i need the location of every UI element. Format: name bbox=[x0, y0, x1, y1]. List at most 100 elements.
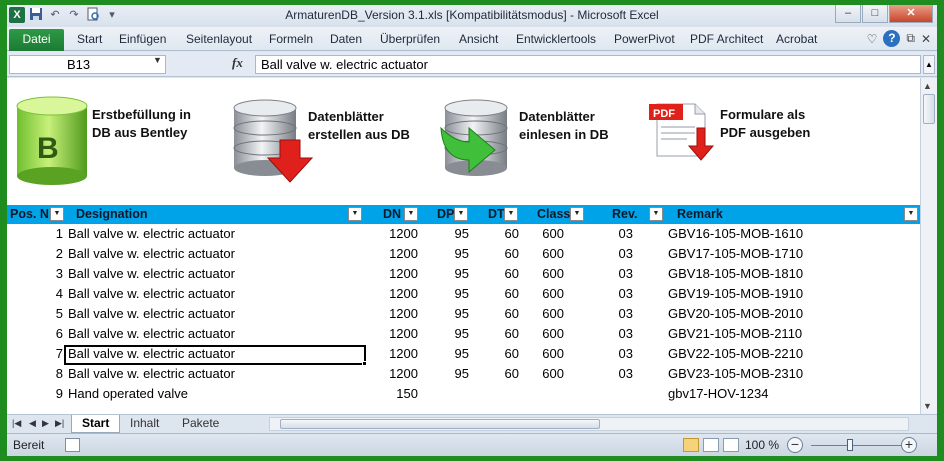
formula-input[interactable]: Ball valve w. electric actuator bbox=[255, 55, 921, 74]
table-row[interactable]: 9 Hand operated valve 150 gbv17-HOV-1234 bbox=[7, 384, 920, 404]
cell-designation: Ball valve w. electric actuator bbox=[68, 286, 235, 301]
close-icon[interactable]: ✕ bbox=[889, 5, 933, 23]
prev-sheet-icon[interactable]: ◀ bbox=[29, 418, 36, 429]
cell-dn: 1200 bbox=[389, 246, 418, 261]
sheet-tab-inhalt[interactable]: Inhalt bbox=[120, 415, 169, 433]
cell-class bbox=[527, 384, 564, 404]
zoom-in-icon[interactable]: + bbox=[901, 437, 917, 453]
table-row[interactable]: 8 Ball valve w. electric actuator 1200 9… bbox=[7, 364, 920, 384]
scroll-up-icon[interactable]: ▲ bbox=[923, 81, 932, 91]
first-sheet-icon[interactable]: |◀ bbox=[12, 418, 21, 429]
formula-bar: B13 ▼ fx Ball valve w. electric actuator… bbox=[7, 52, 937, 77]
action-import-datasheets-button[interactable]: Datenblätter einlesen in DB bbox=[439, 78, 639, 198]
next-sheet-icon[interactable]: ▶ bbox=[42, 418, 49, 429]
sheet-tabs-bar: |◀ ◀ ▶ ▶| Start Inhalt Pakete bbox=[7, 414, 937, 433]
horizontal-scroll-thumb[interactable] bbox=[280, 419, 600, 429]
tab-powerpivot[interactable]: PowerPivot bbox=[614, 32, 675, 46]
tab-data[interactable]: Daten bbox=[330, 32, 362, 46]
cell-dt: 60 bbox=[504, 306, 519, 321]
tab-developer[interactable]: Entwicklertools bbox=[516, 32, 596, 46]
database-import-icon bbox=[440, 99, 508, 176]
tab-pdf-architect[interactable]: PDF Architect bbox=[690, 32, 763, 46]
filter-class-icon[interactable]: ▼ bbox=[570, 207, 584, 221]
svg-text:B: B bbox=[37, 132, 59, 165]
action-create-datasheets-button[interactable]: Datenblätter erstellen aus DB bbox=[232, 78, 432, 198]
cell-rev: 03 bbox=[618, 226, 633, 241]
filter-dn-icon[interactable]: ▼ bbox=[404, 207, 418, 221]
tab-formulas[interactable]: Formeln bbox=[269, 32, 313, 46]
filter-dp-icon[interactable]: ▼ bbox=[454, 207, 468, 221]
table-row[interactable]: 1 Ball valve w. electric actuator 1200 9… bbox=[7, 224, 920, 244]
cell-dt: 60 bbox=[504, 286, 519, 301]
filter-designation-icon[interactable]: ▼ bbox=[348, 207, 362, 221]
minimize-icon[interactable]: – bbox=[835, 5, 861, 23]
macro-record-icon[interactable] bbox=[65, 438, 80, 452]
cell-pos: 4 bbox=[55, 286, 63, 301]
cell-rev: 03 bbox=[618, 326, 633, 341]
cell-dt: 60 bbox=[504, 266, 519, 281]
zoom-slider-thumb[interactable] bbox=[847, 439, 853, 451]
cell-class: 600 bbox=[542, 286, 564, 301]
cell-pos: 5 bbox=[55, 306, 63, 321]
table-row[interactable]: 3 Ball valve w. electric actuator 1200 9… bbox=[7, 264, 920, 284]
cell-dp: 95 bbox=[454, 366, 469, 381]
close-workbook-icon[interactable]: ✕ bbox=[921, 32, 931, 46]
vertical-scrollbar[interactable]: ▲ ▼ bbox=[920, 78, 937, 414]
zoom-level[interactable]: 100 % bbox=[745, 438, 779, 452]
cell-dn: 1200 bbox=[389, 306, 418, 321]
action-export-pdf-button[interactable]: PDF Formulare als PDF ausgeben bbox=[647, 78, 847, 198]
expand-formula-bar-icon[interactable]: ▲ bbox=[923, 55, 935, 74]
last-sheet-icon[interactable]: ▶| bbox=[55, 418, 64, 429]
action-export-pdf-label-1: Formulare als bbox=[720, 107, 806, 122]
header-pos: Pos. N bbox=[10, 207, 49, 221]
fill-handle[interactable] bbox=[362, 361, 367, 366]
action-initial-fill-button[interactable]: B Erstbefüllung in DB aus Bentley bbox=[15, 78, 225, 198]
cell-remark: GBV23-105-MOB-2310 bbox=[668, 366, 804, 381]
cell-dt: 60 bbox=[504, 226, 519, 241]
filter-dt-icon[interactable]: ▼ bbox=[504, 207, 518, 221]
tab-file[interactable]: Datei bbox=[9, 29, 64, 51]
tab-start[interactable]: Start bbox=[77, 32, 102, 46]
cell-remark: gbv17-HOV-1234 bbox=[668, 386, 769, 401]
cell-designation: Hand operated valve bbox=[68, 386, 188, 401]
action-import-datasheets-label-2: einlesen in DB bbox=[519, 127, 609, 142]
scroll-down-icon[interactable]: ▼ bbox=[923, 401, 932, 411]
vertical-scroll-thumb[interactable] bbox=[923, 94, 935, 124]
table-row[interactable]: 4 Ball valve w. electric actuator 1200 9… bbox=[7, 284, 920, 304]
header-rev: Rev. bbox=[612, 207, 638, 221]
active-cell-selection[interactable] bbox=[64, 345, 366, 365]
horizontal-scrollbar[interactable] bbox=[269, 417, 909, 431]
collapse-ribbon-icon[interactable]: ♡ bbox=[867, 32, 878, 46]
cell-class: 600 bbox=[542, 366, 564, 381]
tab-acrobat[interactable]: Acrobat bbox=[776, 32, 817, 46]
worksheet[interactable]: B Erstbefüllung in DB aus Bentley Datenb… bbox=[7, 78, 920, 414]
table-row[interactable]: 2 Ball valve w. electric actuator 1200 9… bbox=[7, 244, 920, 264]
filter-remark-icon[interactable]: ▼ bbox=[904, 207, 918, 221]
normal-view-icon[interactable] bbox=[683, 438, 699, 452]
table-row[interactable]: 5 Ball valve w. electric actuator 1200 9… bbox=[7, 304, 920, 324]
tab-insert[interactable]: Einfügen bbox=[119, 32, 166, 46]
zoom-out-icon[interactable]: − bbox=[787, 437, 803, 453]
help-icon[interactable]: ? bbox=[883, 30, 901, 47]
cell-class: 600 bbox=[542, 246, 564, 261]
table-row[interactable]: 6 Ball valve w. electric actuator 1200 9… bbox=[7, 324, 920, 344]
maximize-icon[interactable]: □ bbox=[862, 5, 888, 23]
database-export-icon bbox=[233, 99, 314, 183]
filter-pos-icon[interactable]: ▼ bbox=[50, 207, 64, 221]
sheet-tab-pakete[interactable]: Pakete bbox=[172, 415, 229, 433]
restore-workbook-icon[interactable]: ⧉ bbox=[906, 31, 915, 46]
header-dn: DN bbox=[383, 207, 402, 221]
zoom-slider-track[interactable] bbox=[811, 445, 906, 446]
page-layout-view-icon[interactable] bbox=[703, 438, 719, 452]
page-break-view-icon[interactable] bbox=[723, 438, 739, 452]
tab-page-layout[interactable]: Seitenlayout bbox=[186, 32, 252, 46]
sheet-tab-start[interactable]: Start bbox=[71, 415, 121, 433]
window-controls: – □ ✕ bbox=[835, 5, 933, 23]
filter-rev-icon[interactable]: ▼ bbox=[649, 207, 663, 221]
tab-review[interactable]: Überprüfen bbox=[380, 32, 440, 46]
name-box-dropdown-icon[interactable]: ▼ bbox=[153, 55, 162, 65]
tab-view[interactable]: Ansicht bbox=[459, 32, 498, 46]
name-box[interactable]: B13 bbox=[9, 55, 166, 74]
insert-function-icon[interactable]: fx bbox=[232, 55, 243, 71]
excel-window: X ↶ ↷ ▾ ArmaturenDB_Version 3.1.xls [Kom… bbox=[7, 5, 937, 456]
